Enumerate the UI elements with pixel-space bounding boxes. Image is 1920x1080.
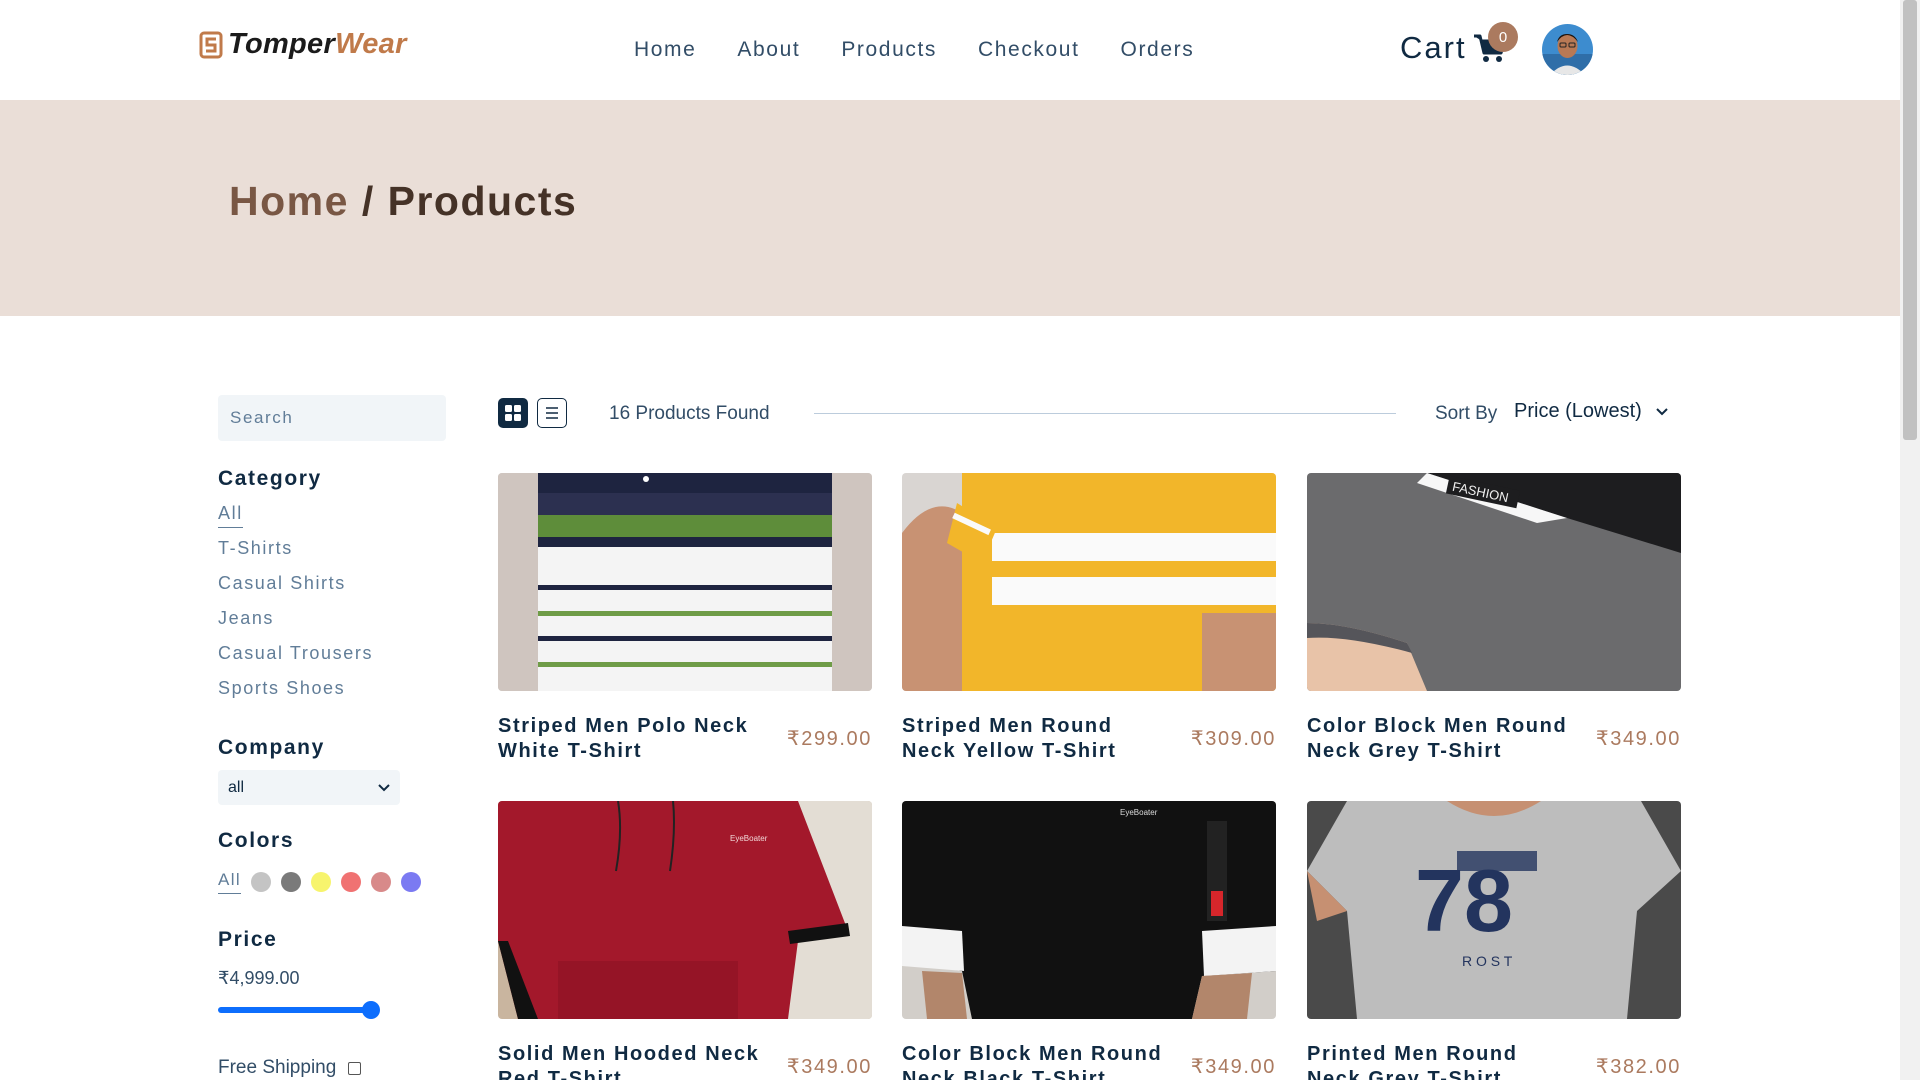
chevron-down-icon — [378, 783, 390, 791]
product-image[interactable]: 78 R O S T — [1307, 801, 1681, 1019]
grid-icon — [505, 405, 521, 421]
brand-name-part2: Wear — [335, 28, 407, 60]
color-all-button[interactable]: All — [218, 870, 242, 894]
product-name: Striped Men Round Neck Yellow T-Shirt — [902, 715, 1117, 762]
breadcrumb-current: Products — [387, 178, 578, 224]
price-value: ₹4,999.00 — [218, 968, 300, 988]
svg-text:R O S T: R O S T — [1462, 953, 1513, 969]
product-price: ₹382.00 — [1595, 1056, 1681, 1078]
brand-name-part1: Tomper — [228, 28, 336, 60]
category-item-all[interactable]: All — [218, 503, 373, 538]
breadcrumb-home-link[interactable]: Home — [229, 178, 349, 224]
free-shipping-toggle[interactable]: Free Shipping — [218, 1057, 362, 1079]
colors-title: Colors — [218, 829, 295, 852]
product-image[interactable]: EyeBoater — [902, 801, 1276, 1019]
logo-mark-icon — [199, 31, 223, 58]
sort-select-value: Price (Lowest) — [1514, 400, 1642, 422]
color-swatch[interactable] — [251, 872, 272, 892]
product-price: ₹349.00 — [1190, 1056, 1276, 1078]
category-item-casual-shirts[interactable]: Casual Shirts — [218, 573, 373, 608]
product-image[interactable]: EyeBoater — [498, 801, 872, 1019]
price-slider-track — [218, 1007, 373, 1013]
list-icon — [546, 407, 558, 419]
category-item-casual-trousers[interactable]: Casual Trousers — [218, 643, 373, 678]
page-scrollbar[interactable] — [1900, 0, 1920, 1080]
free-shipping-checkbox[interactable] — [348, 1061, 362, 1075]
product-name: Solid Men Hooded Neck Red T-Shirt — [498, 1043, 760, 1080]
category-title: Category — [218, 467, 322, 490]
page-hero: Home / Products — [0, 100, 1900, 316]
nav-link-about[interactable]: About — [737, 38, 800, 62]
product-card[interactable]: Striped Men Round Neck Yellow T-Shirt ₹3… — [902, 473, 1276, 762]
product-price: ₹349.00 — [786, 1056, 872, 1078]
product-name: Striped Men Polo Neck White T-Shirt — [498, 715, 749, 762]
breadcrumb-separator: / — [348, 178, 388, 224]
color-swatch[interactable] — [401, 872, 422, 892]
color-swatch[interactable] — [341, 872, 362, 892]
product-name: Color Block Men Round Neck Black T-Shirt — [902, 1043, 1163, 1080]
cart-label: Cart — [1400, 30, 1467, 65]
color-swatches: All — [218, 870, 431, 894]
product-card[interactable]: Striped Men Polo Neck White T-Shirt ₹299… — [498, 473, 872, 762]
nav-link-orders[interactable]: Orders — [1121, 38, 1195, 62]
free-shipping-label: Free Shipping — [218, 1057, 337, 1078]
category-list: All T-Shirts Casual Shirts Jeans Casual … — [218, 503, 373, 713]
svg-text:EyeBoater: EyeBoater — [1120, 808, 1158, 817]
company-select-value: all — [228, 778, 245, 796]
product-card[interactable]: 78 R O S T Printed Men Round Neck Grey T… — [1307, 801, 1681, 1080]
sort-label: Sort By — [1435, 403, 1498, 424]
cart-count-badge: 0 — [1488, 22, 1518, 52]
color-swatch[interactable] — [311, 872, 332, 892]
cart-button[interactable]: Cart 0 — [1400, 22, 1518, 66]
product-image[interactable] — [902, 473, 1276, 691]
svg-text:EyeBoater: EyeBoater — [730, 834, 768, 843]
brand-logo[interactable]: Tomper Wear — [199, 28, 407, 61]
product-name: Printed Men Round Neck Grey T-Shirt — [1307, 1043, 1518, 1080]
products-found-count: 16 Products Found — [609, 403, 770, 424]
category-item-tshirts[interactable]: T-Shirts — [218, 538, 373, 573]
product-image[interactable] — [498, 473, 872, 691]
product-name: Color Block Men Round Neck Grey T-Shirt — [1307, 715, 1568, 762]
list-view-button[interactable] — [537, 398, 567, 428]
product-card[interactable]: FASHION Color Block Men Round Neck Grey … — [1307, 473, 1681, 762]
company-select[interactable]: all — [218, 770, 400, 805]
product-price: ₹299.00 — [786, 728, 872, 750]
filters-sidebar: Category All T-Shirts Casual Shirts Jean… — [218, 395, 448, 1078]
user-avatar[interactable] — [1542, 24, 1593, 75]
grid-view-button[interactable] — [498, 398, 528, 428]
sort-select[interactable]: Price (Lowest) — [1514, 400, 1668, 423]
navbar: Tomper Wear Home About Products Checkout … — [0, 0, 1900, 100]
product-price: ₹309.00 — [1190, 728, 1276, 750]
price-slider[interactable] — [218, 1000, 380, 1020]
nav-link-checkout[interactable]: Checkout — [978, 38, 1080, 62]
category-item-jeans[interactable]: Jeans — [218, 608, 373, 643]
company-title: Company — [218, 736, 325, 759]
user-photo — [1542, 24, 1593, 75]
nav-links: Home About Products Checkout Orders — [634, 38, 1235, 62]
category-item-sports-shoes[interactable]: Sports Shoes — [218, 678, 373, 713]
nav-link-products[interactable]: Products — [841, 38, 937, 62]
product-price: ₹349.00 — [1595, 728, 1681, 750]
breadcrumb: Home / Products — [229, 178, 577, 225]
price-slider-handle[interactable] — [362, 1001, 380, 1019]
color-swatch[interactable] — [281, 872, 302, 892]
product-image[interactable]: FASHION — [1307, 473, 1681, 691]
color-swatch[interactable] — [371, 872, 392, 892]
divider — [814, 413, 1396, 414]
product-card[interactable]: EyeBoater Color Block Men Round Neck Bla… — [902, 801, 1276, 1080]
search-input[interactable] — [218, 395, 446, 441]
nav-link-home[interactable]: Home — [634, 38, 696, 62]
product-card[interactable]: EyeBoater Solid Men Hooded Neck Red T-Sh… — [498, 801, 872, 1080]
price-title: Price — [218, 928, 278, 951]
scrollbar-thumb[interactable] — [1903, 0, 1917, 440]
chevron-down-icon — [1656, 407, 1668, 415]
